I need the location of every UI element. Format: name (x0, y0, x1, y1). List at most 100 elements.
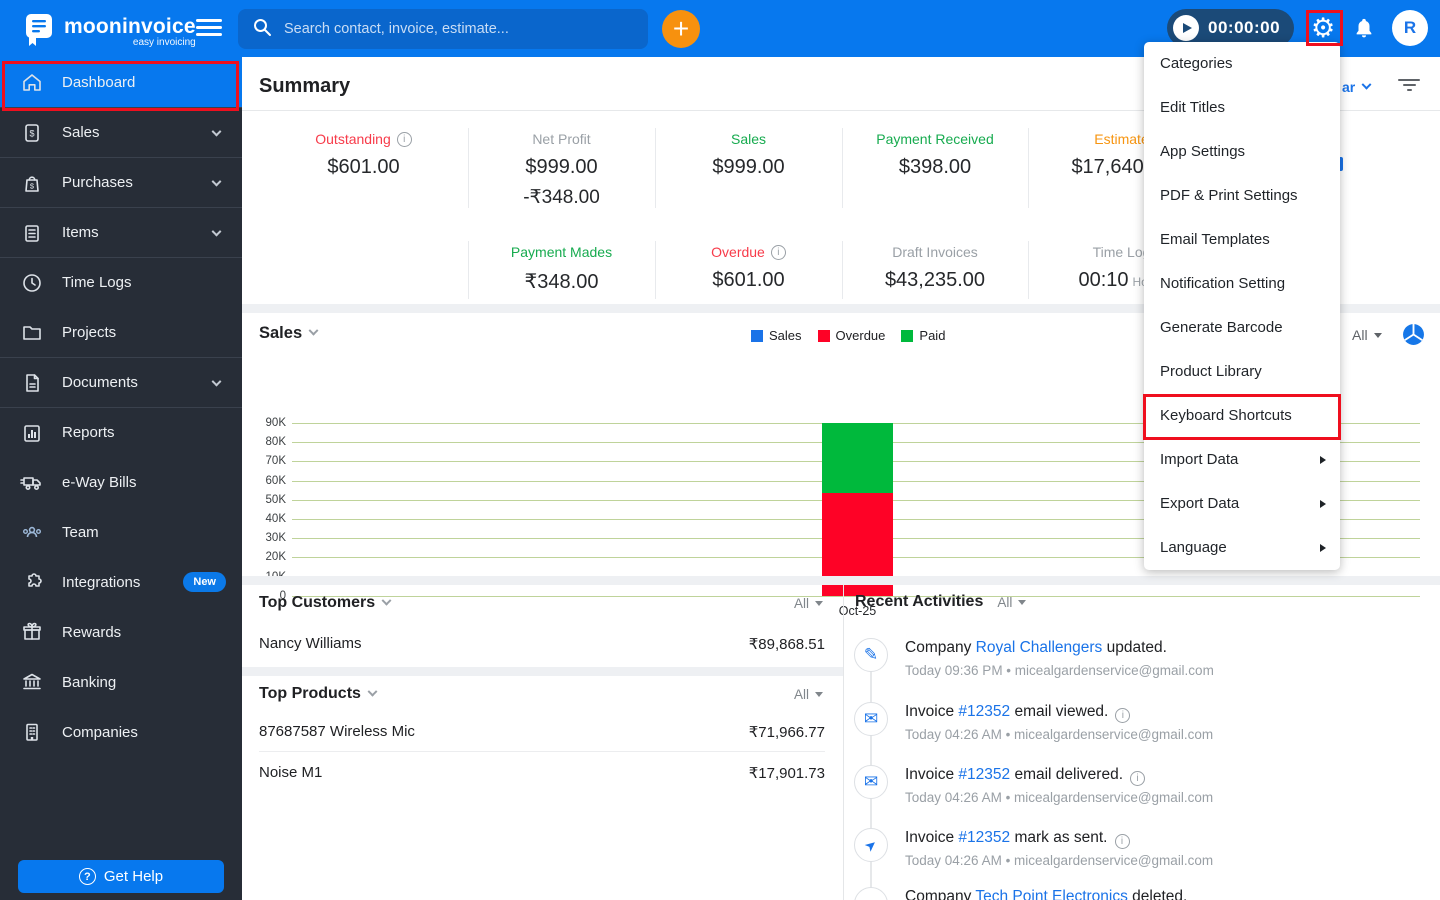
sidebar-item-dashboard[interactable]: Dashboard (0, 57, 242, 107)
info-icon[interactable]: i (1130, 771, 1146, 786)
recent-activities-range-select[interactable]: All (997, 595, 1027, 610)
sidebar-item-reports[interactable]: Reports (0, 407, 242, 457)
sidebar-item-banking[interactable]: Banking (0, 657, 242, 707)
activity-text: Invoice (905, 766, 959, 783)
sales-chart-range-select[interactable]: All (1352, 327, 1382, 343)
activity-link[interactable]: #12352 (958, 703, 1010, 720)
stat-payment-received: Payment Received $398.00 (842, 131, 1028, 179)
menu-item-generate-barcode[interactable]: Generate Barcode (1144, 306, 1340, 350)
send-icon-glyph: ➤ (861, 834, 881, 855)
eway-bills-icon (20, 470, 44, 494)
activity-title: Company Royal Challengers updated. (905, 639, 1167, 657)
menu-item-keyboard-shortcuts[interactable]: Keyboard Shortcuts (1144, 394, 1340, 438)
menu-item-product-library[interactable]: Product Library (1144, 350, 1340, 394)
activity-text: email delivered. (1010, 766, 1124, 783)
menu-item-label: Generate Barcode (1160, 319, 1283, 336)
period-selector[interactable]: ar (1342, 79, 1372, 95)
activity-text: Invoice (905, 703, 959, 720)
stat-payment-mades: Payment Mades ₹348.00 (468, 244, 655, 294)
menu-item-pdf-print-settings[interactable]: PDF & Print Settings (1144, 174, 1340, 218)
menu-item-email-templates[interactable]: Email Templates (1144, 218, 1340, 262)
sidebar-item-e-way-bills[interactable]: e-Way Bills (0, 457, 242, 507)
sidebar-item-rewards[interactable]: Rewards (0, 607, 242, 657)
activity-link[interactable]: #12352 (958, 829, 1010, 846)
banking-icon (20, 670, 44, 694)
sales-icon: $ (20, 121, 44, 145)
sidebar-item-integrations[interactable]: Integrations New (0, 557, 242, 607)
activity-link[interactable]: Royal Challengers (976, 639, 1103, 656)
legend-swatch (817, 329, 830, 342)
activity-link[interactable]: #12352 (958, 766, 1010, 783)
sales-chart-header[interactable]: Sales (259, 324, 319, 343)
stat-label-text: Sales (730, 131, 767, 147)
list-item[interactable]: 87687587 Wireless Mic ₹71,966.77 (259, 723, 825, 741)
sidebar-item-purchases[interactable]: $ Purchases (0, 157, 242, 207)
top-products-range-select[interactable]: All (794, 687, 824, 702)
sidebar-item-time-logs[interactable]: Time Logs (0, 257, 242, 307)
list-item[interactable]: Nancy Williams ₹89,868.51 (259, 635, 825, 653)
chart-legend: Sales Overdue Paid (751, 328, 945, 343)
menu-item-label: Import Data (1160, 451, 1239, 468)
list-item[interactable]: Noise M1 ₹17,901.73 (259, 764, 825, 782)
filter-icon[interactable] (1398, 79, 1420, 91)
sidebar-item-documents[interactable]: Documents (0, 357, 242, 407)
summary-title: Summary (259, 75, 351, 97)
stat-label: Sales (655, 131, 842, 147)
stat-value-text: ₹348.00 (524, 271, 599, 293)
y-axis-tick: 30K (265, 532, 286, 545)
info-icon[interactable]: i (1115, 708, 1131, 723)
sidebar-item-projects[interactable]: Projects (0, 307, 242, 357)
menu-item-categories[interactable]: Categories (1144, 42, 1340, 86)
edit-icon: ✎ (854, 638, 888, 672)
activity-text: email viewed. (1010, 703, 1109, 720)
stat-label: Outstanding i (259, 131, 468, 147)
stat-net-profit: Net Profit $999.00 -₹348.00 (468, 131, 655, 209)
sidebar-item-items[interactable]: Items (0, 207, 242, 257)
top-customers-range-select[interactable]: All (794, 596, 824, 611)
brand-name: mooninvoice (64, 14, 196, 38)
section-band (242, 576, 1440, 585)
notifications-bell-icon[interactable] (1353, 16, 1375, 45)
range-label: All (1352, 327, 1368, 343)
bar-segment-paid[interactable] (822, 423, 893, 494)
sidebar-item-team[interactable]: Team (0, 507, 242, 557)
play-icon[interactable] (1173, 15, 1199, 41)
recent-activities-title: Recent Activities (855, 593, 984, 610)
hamburger-menu-icon[interactable] (196, 19, 222, 40)
menu-item-language[interactable]: Language (1144, 526, 1340, 570)
sidebar-item-label: Sales (62, 124, 100, 141)
list-item-name: 87687587 Wireless Mic (259, 723, 415, 740)
info-icon[interactable]: i (1114, 834, 1130, 849)
reports-icon (20, 421, 44, 445)
stat-label: Payment Mades (468, 244, 655, 260)
add-button[interactable]: + (662, 10, 700, 48)
sidebar-item-sales[interactable]: $ Sales (0, 107, 242, 157)
stat-value-text: $601.00 (712, 269, 785, 291)
info-icon[interactable]: i (396, 131, 412, 147)
menu-item-export-data[interactable]: Export Data (1144, 482, 1340, 526)
search-input[interactable] (282, 20, 634, 38)
stat-overdue: Overdue i $601.00 (655, 244, 842, 292)
stat-divider (468, 128, 469, 208)
stat-value-text: $398.00 (898, 156, 972, 178)
settings-gear-icon[interactable]: ⚙ (1311, 12, 1335, 44)
email-icon: ✉ (854, 702, 888, 736)
top-products-header[interactable]: Top Products (259, 685, 378, 703)
top-customers-header[interactable]: Top Customers (259, 594, 392, 612)
info-icon[interactable]: i (770, 244, 786, 260)
sidebar-item-companies[interactable]: Companies (0, 707, 242, 757)
activity-title: Company Tech Point Electronics deleted. (905, 888, 1187, 900)
menu-item-label: PDF & Print Settings (1160, 187, 1298, 204)
get-help-button[interactable]: ? Get Help (18, 860, 224, 893)
brand[interactable]: mooninvoice easy invoicing (22, 11, 196, 52)
menu-item-import-data[interactable]: Import Data (1144, 438, 1340, 482)
avatar[interactable]: R (1392, 10, 1428, 46)
email-icon-glyph: ✉ (863, 772, 879, 791)
y-axis-tick: 90K (265, 417, 286, 429)
menu-item-edit-titles[interactable]: Edit Titles (1144, 86, 1340, 130)
pie-chart-icon[interactable] (1402, 323, 1425, 351)
activity-link[interactable]: Tech Point Electronics (975, 888, 1128, 900)
menu-item-label: Edit Titles (1160, 99, 1226, 116)
menu-item-app-settings[interactable]: App Settings (1144, 130, 1340, 174)
menu-item-notification-setting[interactable]: Notification Setting (1144, 262, 1340, 306)
